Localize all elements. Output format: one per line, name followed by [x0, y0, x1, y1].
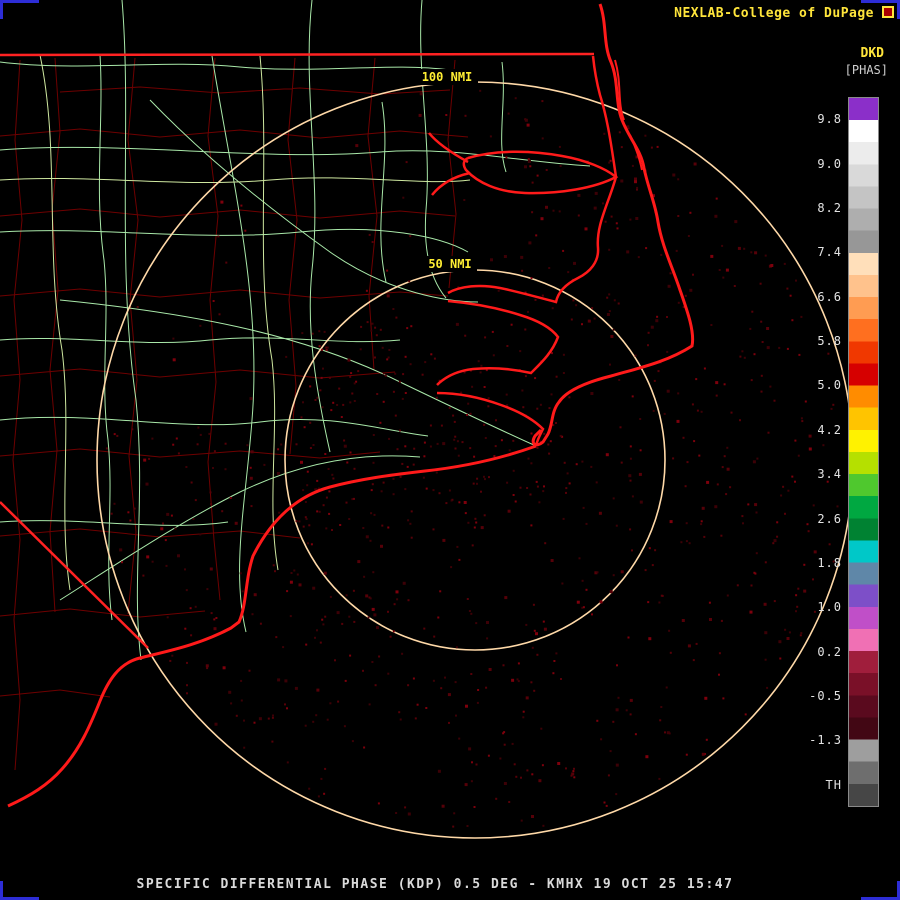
credit-text: NEXLAB-College of DuPage: [674, 6, 874, 21]
frame-corner-top-left: [0, 0, 39, 19]
radar-display: 100 NMI 50 NMI NEXLAB-College of DuPage …: [0, 0, 900, 900]
nexlab-logo-icon: [882, 6, 894, 18]
colorbar-units-label: [PHAS]: [844, 63, 888, 77]
coast-currituck-shore: [591, 55, 618, 178]
coastline: [7, 3, 695, 808]
colorbar: [848, 97, 879, 807]
range-ring-label-100: 100 NMI: [422, 70, 473, 84]
radar-map: 100 NMI 50 NMI: [0, 0, 854, 839]
range-ring-labels: 100 NMI 50 NMI: [416, 69, 478, 272]
range-ring-label-50: 50 NMI: [428, 257, 471, 271]
product-caption: SPECIFIC DIFFERENTIAL PHASE (KDP) 0.5 DE…: [136, 877, 734, 892]
coast-southern-shore: [7, 444, 537, 808]
coast-pamlico-neuse: [436, 176, 618, 447]
colorbar-product-label: DKD: [860, 46, 884, 61]
county-lines: [0, 57, 469, 771]
coast-albemarle-sound: [428, 132, 619, 196]
range-ring-100nmi: [96, 81, 854, 839]
coast-outer-banks: [531, 3, 695, 447]
state-borders: [0, 52, 595, 649]
range-rings: [96, 81, 854, 839]
roads-layer-light: [0, 54, 471, 591]
roads-layer: [0, 0, 591, 661]
